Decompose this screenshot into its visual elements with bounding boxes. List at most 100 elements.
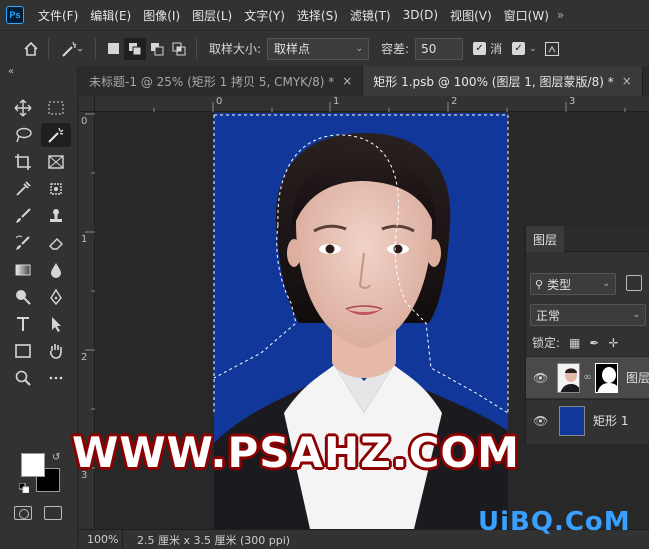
document-info[interactable]: 2.5 厘米 x 3.5 厘米 (300 ppi) bbox=[123, 532, 290, 548]
tolerance-input[interactable]: 50 bbox=[415, 37, 464, 60]
menu-overflow[interactable]: » bbox=[557, 8, 564, 22]
layer-name[interactable]: 图层 bbox=[626, 369, 649, 386]
type-tool-icon[interactable] bbox=[8, 312, 38, 336]
divider bbox=[48, 37, 49, 60]
history-brush-tool-icon[interactable] bbox=[8, 231, 38, 255]
screen-mode-icon[interactable] bbox=[44, 506, 62, 520]
move-tool-icon[interactable] bbox=[8, 96, 38, 120]
watermark-text: WWW.PSAHZ.COM bbox=[72, 428, 520, 477]
menu-layer[interactable]: 图层(L) bbox=[186, 7, 238, 24]
lock-paint-icon[interactable]: ✒ bbox=[589, 336, 599, 350]
ruler-ticks bbox=[153, 102, 626, 112]
marquee-tool-icon[interactable] bbox=[41, 96, 71, 120]
close-icon[interactable]: × bbox=[622, 74, 632, 88]
path-selection-tool-icon[interactable] bbox=[41, 312, 71, 336]
more-tools-icon[interactable] bbox=[41, 366, 71, 390]
lasso-tool-icon[interactable] bbox=[8, 123, 38, 147]
menu-select[interactable]: 选择(S) bbox=[291, 7, 344, 24]
menu-edit[interactable]: 编辑(E) bbox=[84, 7, 137, 24]
eye-icon[interactable]: 👁 bbox=[533, 371, 551, 385]
eyedropper-tool-icon[interactable] bbox=[8, 177, 38, 201]
quick-mask-icon[interactable] bbox=[14, 506, 32, 520]
eye-icon[interactable]: 👁 bbox=[533, 414, 553, 428]
collapse-panel-icon[interactable]: « bbox=[8, 66, 14, 77]
layer-row[interactable]: 👁 ∞ 图层 bbox=[526, 356, 649, 398]
rectangle-tool-icon[interactable] bbox=[8, 339, 38, 363]
portrait-thumbnail bbox=[557, 363, 580, 392]
crop-tool-icon[interactable] bbox=[8, 150, 38, 174]
tab-document-1[interactable]: 未标题-1 @ 25% (矩形 1 拷贝 5, CMYK/8) * × bbox=[79, 66, 364, 96]
close-icon[interactable]: × bbox=[342, 74, 352, 88]
ruler-label: 0 bbox=[81, 116, 88, 127]
ruler-label: 2 bbox=[451, 96, 458, 107]
tab-layers[interactable]: 图层 bbox=[526, 226, 564, 252]
layer-row[interactable]: 👁 矩形 1 bbox=[526, 399, 649, 441]
menu-bar: Ps 文件(F) 编辑(E) 图像(I) 图层(L) 文字(Y) 选择(S) 滤… bbox=[0, 0, 649, 30]
lock-transparent-icon[interactable]: ▦ bbox=[569, 336, 580, 350]
sample-size-select[interactable]: 取样点 ⌄ bbox=[267, 37, 370, 60]
tab-document-2[interactable]: 矩形 1.psb @ 100% (图层 1, 图层蒙版/8) * × bbox=[363, 66, 643, 96]
contiguous-checkbox[interactable]: ✓ bbox=[512, 42, 526, 55]
magic-wand-tool-icon[interactable] bbox=[41, 123, 71, 147]
healing-brush-tool-icon[interactable] bbox=[41, 177, 71, 201]
lock-label: 锁定: bbox=[532, 336, 561, 350]
lock-position-icon[interactable]: ✛ bbox=[608, 336, 618, 350]
antialias-label: 消 bbox=[490, 42, 503, 56]
hand-tool-icon[interactable] bbox=[41, 339, 71, 363]
layer-thumbnail bbox=[556, 362, 581, 393]
tools-panel: « ↺ bbox=[0, 66, 78, 549]
sample-size-label: 取样大小: bbox=[209, 42, 262, 56]
chevron-down-icon: ⌄ bbox=[602, 279, 610, 289]
ruler-corner[interactable] bbox=[79, 96, 95, 112]
ruler-label: 0 bbox=[216, 96, 223, 107]
layer-filter-select[interactable]: ⚲ 类型 ⌄ bbox=[530, 273, 616, 295]
menu-window[interactable]: 窗口(W) bbox=[498, 7, 555, 24]
gradient-tool-icon[interactable] bbox=[8, 258, 38, 282]
select-subject-icon[interactable] bbox=[541, 38, 563, 60]
ruler-label: 1 bbox=[333, 96, 340, 107]
sample-size-value: 取样点 bbox=[274, 42, 311, 56]
zoom-tool-icon[interactable] bbox=[8, 366, 38, 390]
stamp-tool-icon[interactable] bbox=[41, 204, 71, 228]
foreground-color-swatch[interactable] bbox=[21, 453, 45, 477]
swap-colors-icon[interactable]: ↺ bbox=[52, 452, 60, 463]
subtract-selection-icon[interactable] bbox=[146, 38, 168, 60]
frame-tool-icon[interactable] bbox=[41, 150, 71, 174]
menu-filter[interactable]: 滤镜(T) bbox=[344, 7, 397, 24]
horizontal-ruler[interactable]: 0 1 2 3 bbox=[95, 96, 649, 112]
blend-mode-value: 正常 bbox=[536, 308, 561, 323]
layers-panel: 图层 ⚲ 类型 ⌄ 正常 ⌄ 锁定: ▦ ✒ ✛ 👁 ∞ 图层 👁 矩形 1 bbox=[525, 226, 649, 444]
menu-3d[interactable]: 3D(D) bbox=[397, 8, 444, 22]
antialias-checkbox[interactable]: ✓ bbox=[473, 42, 487, 55]
layer-mask-thumbnail[interactable] bbox=[594, 362, 618, 393]
options-bar: 取样大小: 取样点 ⌄ 容差: 50 ✓ 消 ✓ ⌄ bbox=[0, 30, 649, 66]
divider bbox=[196, 37, 197, 60]
layer-name[interactable]: 矩形 1 bbox=[593, 412, 628, 429]
link-icon[interactable]: ∞ bbox=[583, 372, 591, 383]
brush-tool-icon[interactable] bbox=[8, 204, 38, 228]
magic-wand-icon[interactable] bbox=[55, 38, 89, 60]
intersect-selection-icon[interactable] bbox=[168, 38, 190, 60]
dodge-tool-icon[interactable] bbox=[8, 285, 38, 309]
eraser-tool-icon[interactable] bbox=[41, 231, 71, 255]
new-selection-icon[interactable] bbox=[102, 38, 124, 60]
layer-thumbnail bbox=[559, 405, 585, 436]
pen-tool-icon[interactable] bbox=[41, 285, 71, 309]
image-filter-icon[interactable] bbox=[626, 275, 642, 291]
chevron-down-icon[interactable]: ⌄ bbox=[529, 44, 537, 54]
tolerance-label: 容差: bbox=[381, 42, 410, 56]
default-colors-icon[interactable] bbox=[19, 483, 29, 493]
tab-label: 矩形 1.psb @ 100% (图层 1, 图层蒙版/8) * bbox=[373, 74, 614, 89]
menu-file[interactable]: 文件(F) bbox=[32, 7, 84, 24]
blur-tool-icon[interactable] bbox=[41, 258, 71, 282]
add-selection-icon[interactable] bbox=[124, 37, 146, 60]
search-icon: ⚲ bbox=[535, 277, 544, 291]
menu-type[interactable]: 文字(Y) bbox=[238, 7, 291, 24]
menu-view[interactable]: 视图(V) bbox=[444, 7, 498, 24]
menu-image[interactable]: 图像(I) bbox=[137, 7, 186, 24]
chevron-down-icon: ⌄ bbox=[632, 310, 640, 320]
lock-row: 锁定: ▦ ✒ ✛ bbox=[532, 334, 619, 351]
blend-mode-select[interactable]: 正常 ⌄ bbox=[530, 304, 646, 326]
zoom-level[interactable]: 100% bbox=[79, 529, 123, 549]
home-icon[interactable] bbox=[20, 38, 42, 60]
